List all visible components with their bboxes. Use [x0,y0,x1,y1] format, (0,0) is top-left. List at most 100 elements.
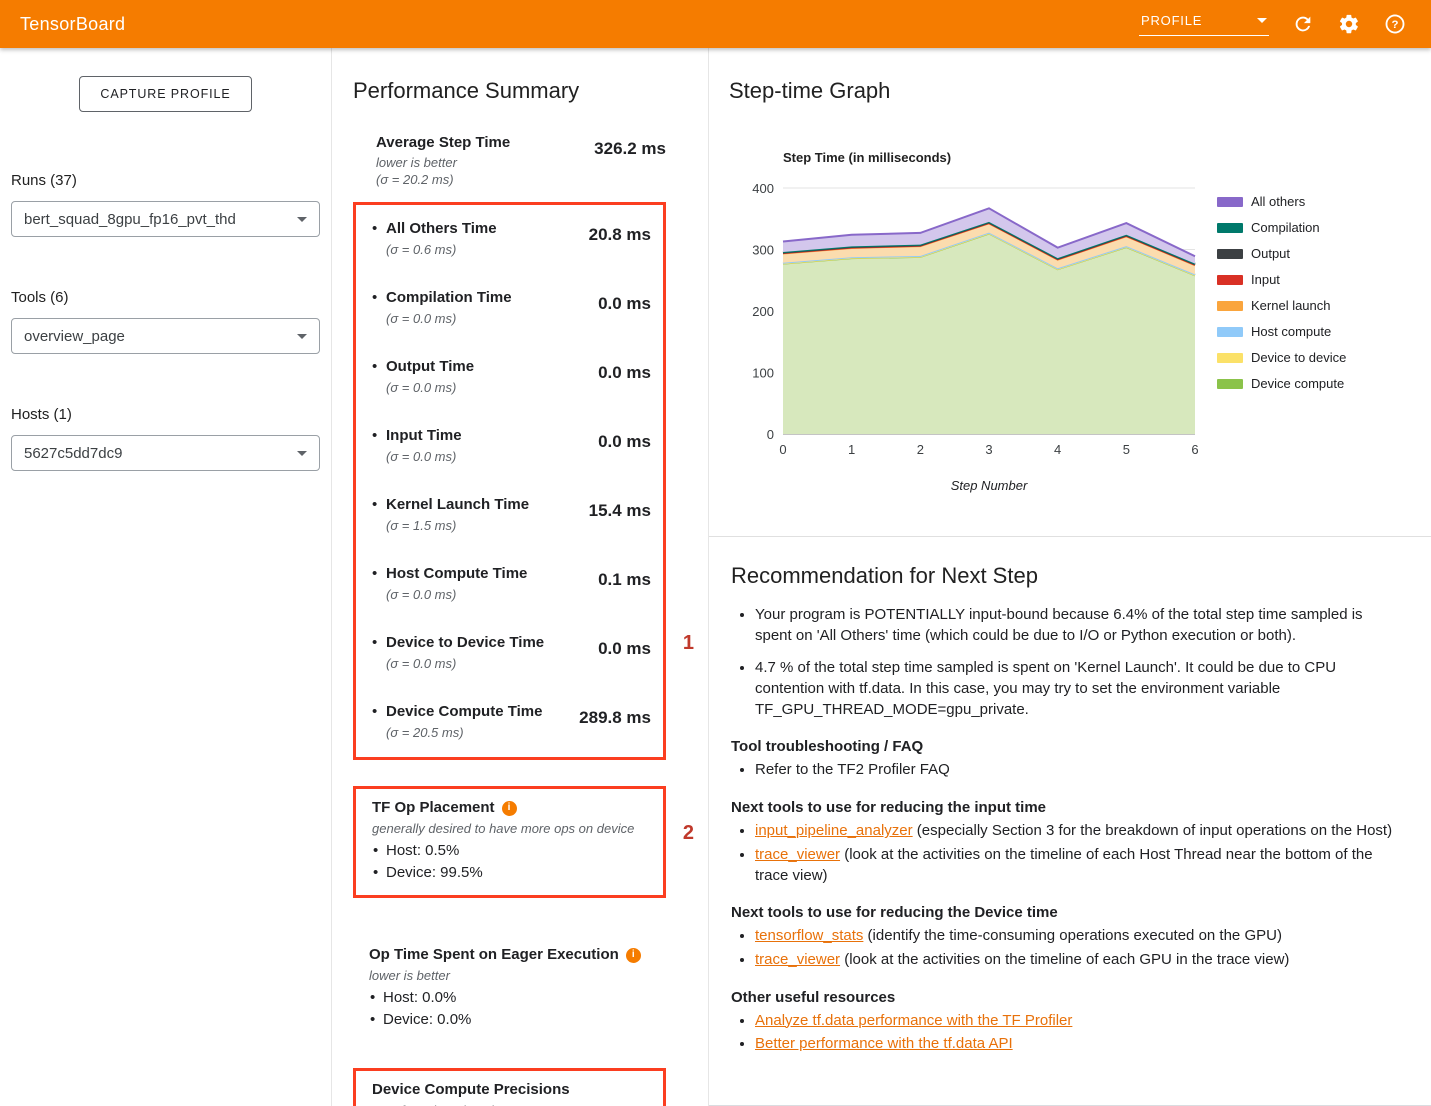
list-item: Host: 0.0% [369,987,652,1008]
svg-text:Step Time (in milliseconds): Step Time (in milliseconds) [783,150,951,165]
metric-value: 0.1 ms [563,565,651,603]
svg-text:1: 1 [848,442,855,457]
help-icon: ? [1384,13,1406,35]
list-item-text: (look at the activities on the timeline … [755,846,1373,884]
performance-summary-panel: Performance Summary Average Step Time lo… [331,48,708,1106]
chevron-down-icon [297,217,307,222]
svg-text:0: 0 [779,442,786,457]
legend-label: Output [1251,246,1290,261]
metric-label: Host Compute Time [386,565,563,583]
annotation-number-2: 2 [683,822,694,845]
block-title-text: Op Time Spent on Eager Execution [369,946,619,964]
eager-list: Host: 0.0% Device: 0.0% [369,987,652,1030]
faq-heading: Tool troubleshooting / FAQ [731,737,1403,757]
metric-label: Device to Device Time [386,634,563,652]
trace-viewer-link[interactable]: trace_viewer [755,846,840,863]
bullet-icon [372,427,386,465]
metric-label: Kernel Launch Time [386,496,563,514]
metric-sigma: (σ = 0.0 ms) [386,656,563,672]
step-time-graph-title: Step-time Graph [729,78,1431,104]
metric-label: All Others Time [386,220,563,238]
app-title: TensorBoard [20,14,125,35]
list-item-text: (look at the activities on the timeline … [840,951,1289,968]
metric-value: 289.8 ms [563,703,651,741]
bullet-icon [372,496,386,534]
topbar: TensorBoard PROFILE ? [0,0,1431,48]
metric-sigma: (σ = 1.5 ms) [386,518,563,534]
svg-text:300: 300 [752,243,774,258]
metric-row: Device Compute Time (σ = 20.5 ms) 289.8 … [356,688,663,757]
legend-item: Input [1217,272,1346,287]
list-item: Refer to the TF2 Profiler FAQ [755,760,1399,781]
legend-swatch-icon [1217,379,1243,389]
info-icon[interactable]: i [502,801,517,816]
legend-item: Host compute [1217,324,1346,339]
resources-list: Analyze tf.data performance with the TF … [731,1011,1399,1055]
legend-item: Output [1217,246,1346,261]
hosts-select[interactable]: 5627c5dd7dc9 [11,435,320,471]
svg-text:200: 200 [752,304,774,319]
recommendation-bullet: Your program is POTENTIALLY input-bound … [755,605,1383,646]
tfdata-performance-link[interactable]: Analyze tf.data performance with the TF … [755,1012,1072,1029]
metric-label: Input Time [386,427,563,445]
legend-item: Kernel launch [1217,298,1346,313]
input-pipeline-analyzer-link[interactable]: input_pipeline_analyzer [755,822,913,839]
device-tools-heading: Next tools to use for reducing the Devic… [731,903,1403,923]
metric-sigma: (σ = 0.0 ms) [386,449,563,465]
list-item-text: (identify the time-consuming operations … [863,927,1282,944]
hosts-label: Hosts (1) [11,406,331,423]
right-panel: Step-time Graph 01002003004000123456Step… [708,48,1431,1106]
list-item: Device: 0.0% [369,1009,652,1030]
svg-text:Step Number: Step Number [951,478,1028,493]
legend-label: Device compute [1251,376,1344,391]
legend-label: Kernel launch [1251,298,1331,313]
metric-row: Host Compute Time (σ = 0.0 ms) 0.1 ms [356,550,663,619]
help-button[interactable]: ? [1383,12,1407,36]
hosts-select-value: 5627c5dd7dc9 [24,445,122,462]
better-performance-tfdata-link[interactable]: Better performance with the tf.data API [755,1035,1013,1052]
metric-main: Compilation Time (σ = 0.0 ms) [386,289,563,327]
bullet-icon [372,634,386,672]
legend-swatch-icon [1217,275,1243,285]
legend-swatch-icon [1217,327,1243,337]
chart-legend: All othersCompilationOutputInputKernel l… [1217,194,1346,391]
metric-sigma: (σ = 20.2 ms) [376,172,578,188]
recommendation-panel: Recommendation for Next Step Your progra… [709,536,1431,1106]
resources-heading: Other useful resources [731,988,1403,1008]
list-item: tensorflow_stats (identify the time-cons… [755,926,1399,947]
trace-viewer-link[interactable]: trace_viewer [755,951,840,968]
runs-label: Runs (37) [11,172,331,189]
metric-label: Device Compute Time [386,703,563,721]
list-item: trace_viewer (look at the activities on … [755,950,1399,971]
list-item: Analyze tf.data performance with the TF … [755,1011,1399,1032]
metric-value: 0.0 ms [563,358,651,396]
legend-swatch-icon [1217,223,1243,233]
chevron-down-icon [1257,18,1267,23]
metric-label: Compilation Time [386,289,563,307]
metric-sigma: (σ = 0.6 ms) [386,242,563,258]
metric-value: 0.0 ms [563,427,651,465]
legend-item: Device compute [1217,376,1346,391]
metric-row: All Others Time (σ = 0.6 ms) 20.8 ms [356,205,663,274]
input-tools-heading: Next tools to use for reducing the input… [731,798,1403,818]
list-item: Host: 0.5% [372,840,649,861]
reload-button[interactable] [1291,12,1315,36]
tools-label: Tools (6) [11,289,331,306]
block-title-text: TF Op Placement [372,799,495,817]
bullet-icon [372,220,386,258]
capture-profile-button[interactable]: CAPTURE PROFILE [79,76,251,112]
tensorflow-stats-link[interactable]: tensorflow_stats [755,927,863,944]
legend-swatch-icon [1217,249,1243,259]
recommendation-list: Your program is POTENTIALLY input-bound … [731,605,1383,720]
runs-select[interactable]: bert_squad_8gpu_fp16_pvt_thd [11,201,320,237]
svg-text:5: 5 [1123,442,1130,457]
tools-select-value: overview_page [24,328,125,345]
tools-select[interactable]: overview_page [11,318,320,354]
chevron-down-icon [297,451,307,456]
device-tools-list: tensorflow_stats (identify the time-cons… [731,926,1399,970]
info-icon[interactable]: i [626,948,641,963]
recommendation-bullet: 4.7 % of the total step time sampled is … [755,658,1383,720]
block-title-text: Device Compute Precisions [372,1081,570,1099]
settings-button[interactable] [1337,12,1361,36]
dashboard-select[interactable]: PROFILE [1139,13,1269,36]
